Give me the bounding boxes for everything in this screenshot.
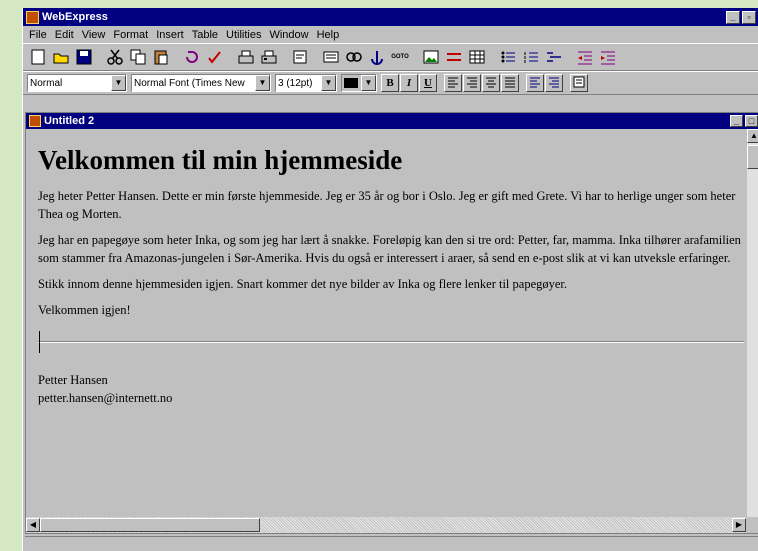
print-preview-icon[interactable] bbox=[235, 46, 257, 68]
font-select-value: Normal Font (Times New bbox=[134, 77, 245, 89]
app-icon bbox=[26, 10, 39, 24]
save-icon[interactable] bbox=[73, 46, 95, 68]
doc-maximize-button[interactable]: □ bbox=[745, 115, 758, 127]
menubar: File Edit View Format Insert Table Utili… bbox=[23, 26, 758, 43]
align-left-icon[interactable] bbox=[444, 74, 462, 92]
document-window: Untitled 2 _ □ Velkommen til min hjemmes… bbox=[25, 112, 758, 534]
app-window: WebExpress _ ▫ File Edit View Format Ins… bbox=[22, 8, 758, 551]
paragraph: Velkommen igjen! bbox=[38, 303, 131, 317]
open-icon[interactable] bbox=[50, 46, 72, 68]
indent-icon[interactable] bbox=[597, 46, 619, 68]
form-icon[interactable] bbox=[320, 46, 342, 68]
document-title: Untitled 2 bbox=[44, 115, 95, 127]
table-icon[interactable] bbox=[466, 46, 488, 68]
definition-list-icon[interactable] bbox=[543, 46, 565, 68]
chevron-down-icon[interactable]: ▼ bbox=[111, 75, 126, 91]
page-properties-icon[interactable] bbox=[570, 74, 588, 92]
vertical-scrollbar[interactable]: ▲ bbox=[746, 129, 758, 517]
chevron-down-icon[interactable]: ▼ bbox=[361, 75, 376, 91]
signature-name: Petter Hansen bbox=[38, 373, 108, 387]
paste-icon[interactable] bbox=[150, 46, 172, 68]
color-swatch bbox=[344, 78, 358, 88]
format-toolbar: Normal ▼ Normal Font (Times New ▼ 3 (12p… bbox=[23, 71, 758, 95]
text-cursor bbox=[39, 331, 40, 353]
bold-button[interactable]: B bbox=[381, 74, 399, 92]
menu-window[interactable]: Window bbox=[265, 29, 312, 41]
align-center-icon[interactable] bbox=[482, 74, 500, 92]
bullet-list-icon[interactable] bbox=[497, 46, 519, 68]
chevron-down-icon[interactable]: ▼ bbox=[255, 75, 270, 91]
menu-edit[interactable]: Edit bbox=[51, 29, 78, 41]
print-icon[interactable] bbox=[258, 46, 280, 68]
vertical-scroll-thumb[interactable] bbox=[747, 145, 758, 169]
menu-file[interactable]: File bbox=[25, 29, 51, 41]
horizontal-scroll-thumb[interactable] bbox=[40, 518, 260, 532]
image-icon[interactable] bbox=[420, 46, 442, 68]
new-icon[interactable] bbox=[27, 46, 49, 68]
font-select[interactable]: Normal Font (Times New ▼ bbox=[131, 74, 271, 92]
horizontal-rule-icon[interactable] bbox=[443, 46, 465, 68]
main-toolbar: GOTO bbox=[23, 43, 758, 71]
paragraph: Jeg heter Petter Hansen. Dette er min fø… bbox=[38, 189, 736, 221]
spellcheck-icon[interactable] bbox=[204, 46, 226, 68]
minimize-button[interactable]: _ bbox=[726, 10, 740, 24]
chevron-down-icon[interactable]: ▼ bbox=[321, 75, 336, 91]
menu-view[interactable]: View bbox=[78, 29, 110, 41]
increase-indent-icon[interactable] bbox=[545, 74, 563, 92]
style-select-value: Normal bbox=[30, 77, 63, 89]
goto-label: GOTO bbox=[391, 54, 409, 60]
copy-icon[interactable] bbox=[127, 46, 149, 68]
status-bar bbox=[25, 536, 758, 551]
scroll-left-icon[interactable]: ◀ bbox=[26, 518, 40, 532]
page-heading: Velkommen til min hjemmeside bbox=[38, 145, 403, 175]
signature-email: petter.hansen@internett.no bbox=[38, 391, 173, 405]
color-select[interactable]: ▼ bbox=[341, 74, 377, 92]
properties-icon[interactable] bbox=[289, 46, 311, 68]
editor-content[interactable]: Velkommen til min hjemmeside Jeg heter P… bbox=[38, 133, 744, 515]
italic-button[interactable]: I bbox=[400, 74, 418, 92]
numbered-list-icon[interactable] bbox=[520, 46, 542, 68]
menu-table[interactable]: Table bbox=[188, 29, 222, 41]
document-titlebar[interactable]: Untitled 2 _ □ bbox=[26, 113, 758, 129]
horizontal-rule bbox=[38, 331, 744, 353]
anchor-icon[interactable] bbox=[366, 46, 388, 68]
menu-help[interactable]: Help bbox=[313, 29, 344, 41]
underline-button[interactable]: U bbox=[419, 74, 437, 92]
link-icon[interactable] bbox=[343, 46, 365, 68]
menu-utilities[interactable]: Utilities bbox=[222, 29, 265, 41]
scroll-right-icon[interactable]: ▶ bbox=[732, 518, 746, 532]
restore-button[interactable]: ▫ bbox=[742, 10, 756, 24]
size-select[interactable]: 3 (12pt) ▼ bbox=[275, 74, 337, 92]
cut-icon[interactable] bbox=[104, 46, 126, 68]
style-select[interactable]: Normal ▼ bbox=[27, 74, 127, 92]
horizontal-scrollbar[interactable]: ◀ ▶ bbox=[26, 517, 746, 533]
menu-insert[interactable]: Insert bbox=[152, 29, 188, 41]
justify-icon[interactable] bbox=[501, 74, 519, 92]
paragraph: Jeg har en papegøye som heter Inka, og s… bbox=[38, 233, 741, 265]
align-right-icon[interactable] bbox=[463, 74, 481, 92]
document-icon bbox=[29, 115, 41, 127]
app-titlebar[interactable]: WebExpress _ ▫ bbox=[23, 8, 758, 26]
scroll-up-icon[interactable]: ▲ bbox=[747, 129, 758, 143]
doc-minimize-button[interactable]: _ bbox=[730, 115, 743, 127]
outdent-icon[interactable] bbox=[574, 46, 596, 68]
size-select-value: 3 (12pt) bbox=[278, 77, 313, 89]
menu-format[interactable]: Format bbox=[109, 29, 152, 41]
app-title: WebExpress bbox=[42, 11, 108, 23]
paragraph: Stikk innom denne hjemmesiden igjen. Sna… bbox=[38, 277, 568, 291]
undo-icon[interactable] bbox=[181, 46, 203, 68]
goto-icon[interactable]: GOTO bbox=[389, 46, 411, 68]
decrease-indent-icon[interactable] bbox=[526, 74, 544, 92]
